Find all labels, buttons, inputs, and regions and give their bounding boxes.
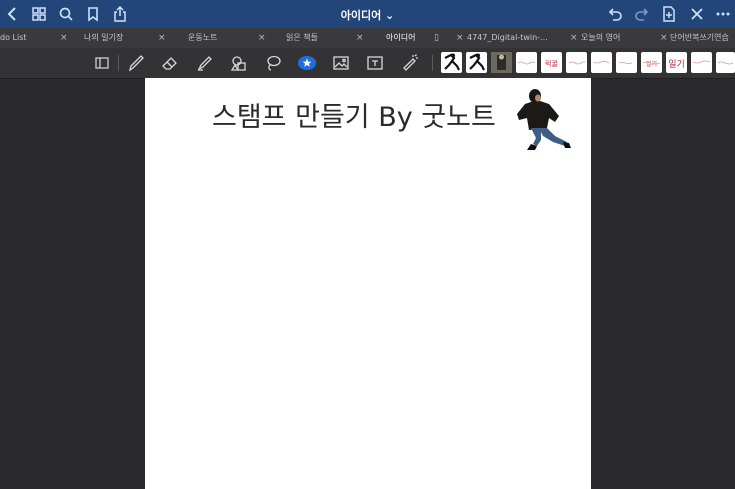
tab-close-icon[interactable]: × bbox=[570, 28, 578, 48]
stamp-running-man[interactable] bbox=[441, 52, 462, 73]
toolbar-divider bbox=[118, 55, 119, 71]
tab-digital-twin[interactable]: × 4747_Digital-twin-... bbox=[450, 28, 570, 48]
stamp-handwriting[interactable] bbox=[516, 52, 537, 73]
tab-idea[interactable]: 아이디어 ▯ bbox=[370, 28, 450, 48]
lasso-icon[interactable] bbox=[263, 53, 283, 73]
undo-icon[interactable] bbox=[607, 6, 623, 22]
drawing-toolbar: 럭꿀 일기 일기 bbox=[0, 48, 735, 79]
stamp-handwriting[interactable]: 일기 bbox=[641, 52, 662, 73]
sticker-icon[interactable] bbox=[297, 53, 317, 73]
stamp-handwriting[interactable] bbox=[716, 52, 735, 73]
laser-pointer-icon[interactable] bbox=[399, 53, 419, 73]
pen-icon[interactable] bbox=[126, 53, 146, 73]
tab-word-practice[interactable]: × 단어반복쓰기연습 bbox=[660, 28, 735, 48]
tab-label: do List bbox=[0, 33, 27, 42]
tab-label: 단어반복쓰기연습 bbox=[670, 33, 729, 42]
tab-label: 오늘의 영어 bbox=[581, 33, 621, 42]
tab-close-icon[interactable]: × bbox=[158, 28, 166, 48]
more-icon[interactable] bbox=[715, 6, 731, 22]
add-page-icon[interactable] bbox=[661, 6, 677, 22]
stamp-handwriting[interactable] bbox=[616, 52, 637, 73]
running-man-stamp-image[interactable] bbox=[515, 86, 577, 152]
tab-workout-note[interactable]: 운동노트 × bbox=[170, 28, 270, 48]
tab-close-icon[interactable]: × bbox=[258, 28, 266, 48]
stamp-photo[interactable] bbox=[491, 52, 512, 73]
tab-label: 4747_Digital-twin-... bbox=[467, 33, 548, 42]
close-icon[interactable] bbox=[689, 6, 705, 22]
toolbar-divider bbox=[432, 55, 433, 71]
shape-icon[interactable] bbox=[229, 53, 249, 73]
eraser-icon[interactable] bbox=[160, 53, 180, 73]
stamp-label: 럭꿀 bbox=[545, 60, 558, 68]
tab-label: 나의 일기장 bbox=[84, 33, 124, 42]
tab-close-icon[interactable]: × bbox=[660, 28, 668, 48]
tab-label: 아이디어 bbox=[386, 33, 416, 42]
read-mode-icon[interactable] bbox=[92, 53, 112, 73]
split-view-icon[interactable]: ▯ bbox=[434, 28, 439, 48]
tab-close-icon[interactable]: × bbox=[356, 28, 364, 48]
tab-books[interactable]: 읽은 책들 × bbox=[270, 28, 370, 48]
tab-todo-list[interactable]: do List × bbox=[0, 28, 70, 48]
text-icon[interactable] bbox=[365, 53, 385, 73]
notebook-page[interactable]: 스탬프 만들기 By 굿노트 bbox=[145, 78, 591, 489]
image-icon[interactable] bbox=[331, 53, 351, 73]
stamp-handwriting[interactable] bbox=[591, 52, 612, 73]
tab-label: 읽은 책들 bbox=[286, 33, 318, 42]
stamp-handwriting[interactable]: 일기 bbox=[666, 52, 687, 73]
redo-icon[interactable] bbox=[634, 6, 650, 22]
tab-diary[interactable]: 나의 일기장 × bbox=[70, 28, 170, 48]
highlighter-icon[interactable] bbox=[195, 53, 215, 73]
tab-close-icon[interactable]: × bbox=[60, 28, 68, 48]
top-navigation-bar: 아이디어 ⌄ bbox=[0, 0, 735, 28]
tab-label: 운동노트 bbox=[188, 33, 218, 42]
stamp-running-man[interactable] bbox=[466, 52, 487, 73]
document-title[interactable]: 아이디어 ⌄ bbox=[0, 7, 735, 23]
tab-close-icon[interactable]: × bbox=[456, 28, 464, 48]
tab-english[interactable]: × 오늘의 영어 bbox=[570, 28, 660, 48]
document-tab-bar: do List × 나의 일기장 × 운동노트 × 읽은 책들 × 아이디어 ▯… bbox=[0, 28, 735, 48]
stamp-handwriting[interactable] bbox=[566, 52, 587, 73]
page-heading: 스탬프 만들기 By 굿노트 bbox=[212, 102, 496, 133]
stamp-label: 일기 bbox=[668, 60, 685, 70]
stamp-handwriting[interactable] bbox=[691, 52, 712, 73]
stamp-handwriting[interactable]: 럭꿀 bbox=[541, 52, 562, 73]
